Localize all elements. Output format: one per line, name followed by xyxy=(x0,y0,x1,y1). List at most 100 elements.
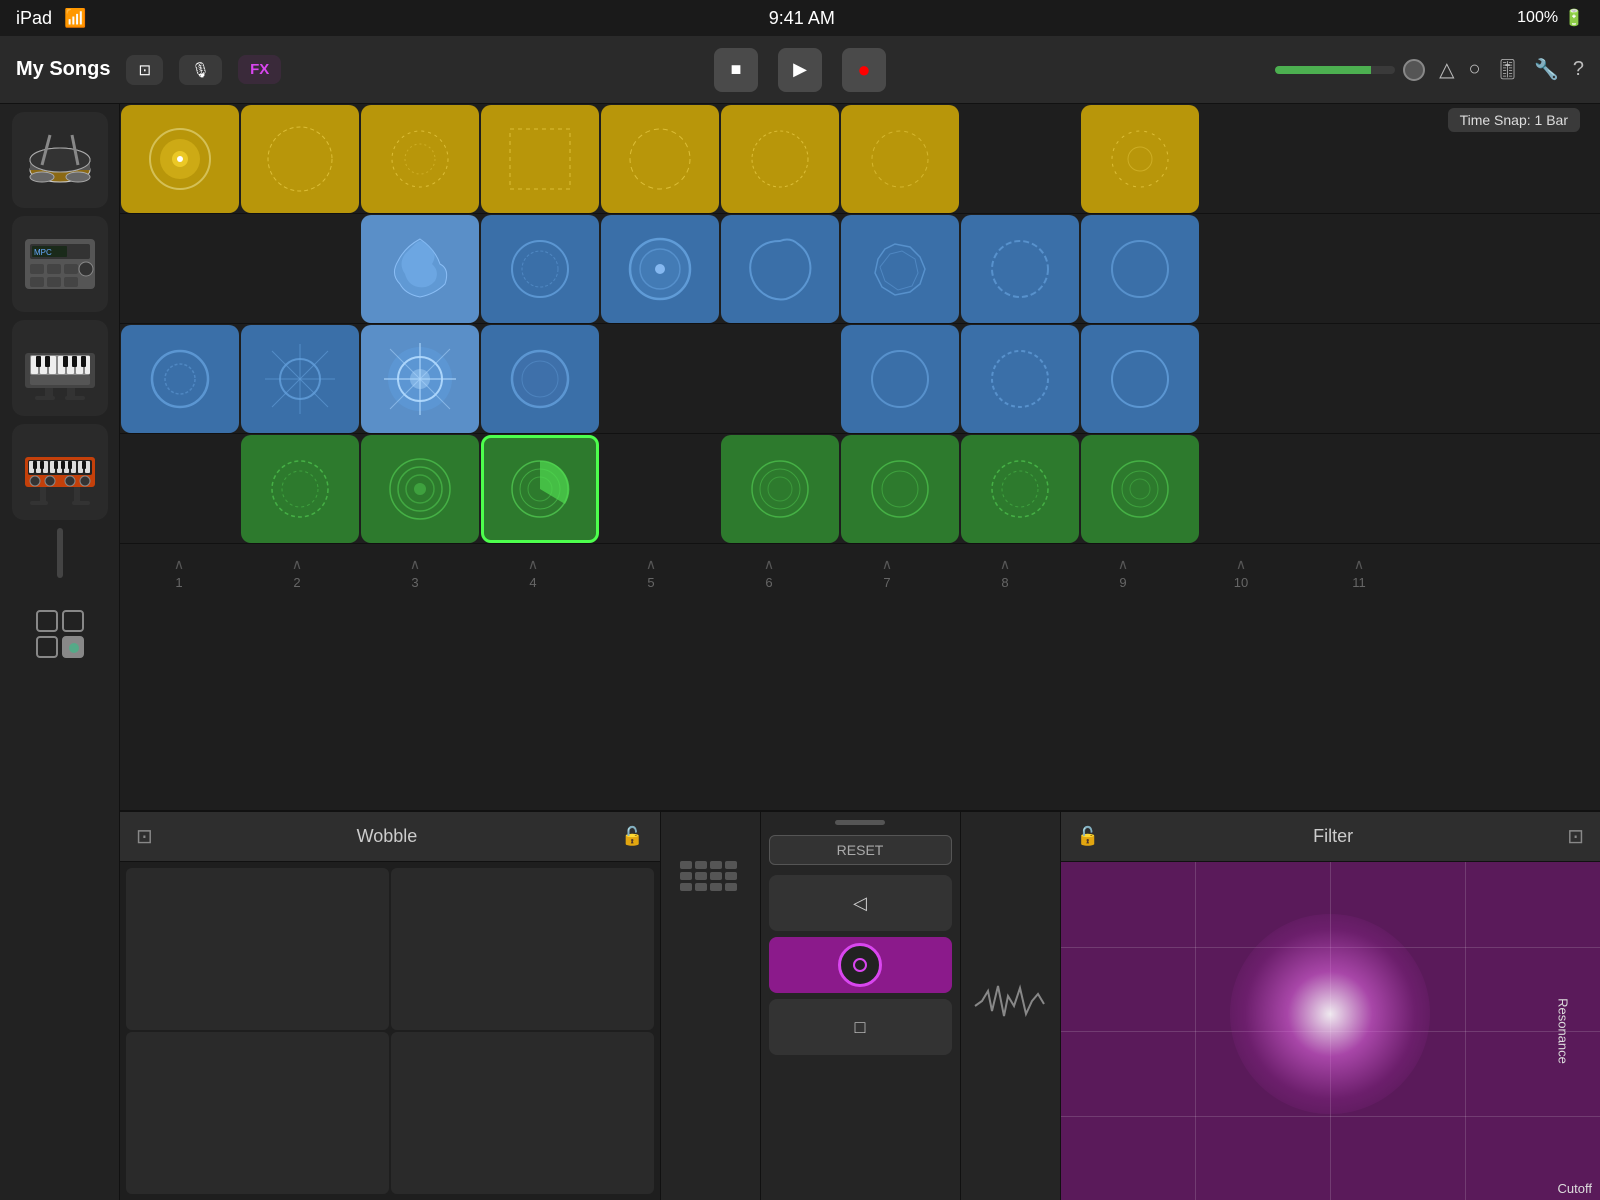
cell-1-2[interactable] xyxy=(241,105,359,213)
stop-square-button[interactable]: □ xyxy=(769,999,952,1055)
sidebar-item-synth[interactable] xyxy=(12,424,108,520)
cell-4-1[interactable] xyxy=(121,435,239,543)
wobble-cell-3[interactable] xyxy=(126,1032,389,1194)
cell-4-5[interactable] xyxy=(601,435,719,543)
col-9[interactable]: ∧ 9 xyxy=(1064,556,1182,590)
grid-icon xyxy=(35,609,85,659)
cell-1-8[interactable] xyxy=(961,105,1079,213)
col-1[interactable]: ∧ 1 xyxy=(120,556,238,590)
col-2-label: 2 xyxy=(293,575,300,590)
sidebar-item-drums[interactable] xyxy=(12,112,108,208)
cell-2-3[interactable] xyxy=(361,215,479,323)
mixer-icon[interactable]: 🎚 xyxy=(1495,57,1520,82)
cell-4-11[interactable] xyxy=(1321,435,1439,543)
fx-button[interactable]: FX xyxy=(238,55,281,84)
bottom-panel: ⊡ Wobble 🔓 xyxy=(120,810,1600,1200)
cell-1-11[interactable] xyxy=(1321,105,1439,213)
cell-1-3[interactable] xyxy=(361,105,479,213)
wobble-cell-1[interactable] xyxy=(126,868,389,1030)
cell-2-5[interactable] xyxy=(601,215,719,323)
wobble-cell-2[interactable] xyxy=(391,868,654,1030)
record-button[interactable]: ● xyxy=(842,48,886,92)
cell-1-5[interactable] xyxy=(601,105,719,213)
wobble-grid xyxy=(120,862,660,1200)
cell-4-4[interactable] xyxy=(481,435,599,543)
cell-3-7[interactable] xyxy=(841,325,959,433)
cell-3-10[interactable] xyxy=(1201,325,1319,433)
cell-2-2[interactable] xyxy=(241,215,359,323)
cell-4-9[interactable] xyxy=(1081,435,1199,543)
loop-icon[interactable]: ○ xyxy=(1468,58,1480,81)
wobble-nav-icon[interactable]: ⊡ xyxy=(136,824,153,849)
time-snap-label: Time Snap: 1 Bar xyxy=(1448,108,1580,132)
my-songs-title[interactable]: My Songs xyxy=(16,58,110,81)
reset-button[interactable]: RESET xyxy=(769,835,952,865)
vinyl-play-button[interactable] xyxy=(769,937,952,993)
play-button[interactable]: ▶ xyxy=(778,48,822,92)
stop-button[interactable]: ■ xyxy=(714,48,758,92)
col-3[interactable]: ∧ 3 xyxy=(356,556,474,590)
filter-nav-icon[interactable]: ⊡ xyxy=(1567,824,1584,849)
cell-2-4[interactable] xyxy=(481,215,599,323)
cell-3-1[interactable] xyxy=(121,325,239,433)
cell-4-6[interactable] xyxy=(721,435,839,543)
back-button[interactable]: ◁ xyxy=(769,875,952,931)
cell-1-9[interactable] xyxy=(1081,105,1199,213)
cell-4-3[interactable] xyxy=(361,435,479,543)
cell-1-7[interactable] xyxy=(841,105,959,213)
cell-3-3[interactable] xyxy=(361,325,479,433)
cell-3-11[interactable] xyxy=(1321,325,1439,433)
col-8[interactable]: ∧ 8 xyxy=(946,556,1064,590)
cell-4-10[interactable] xyxy=(1201,435,1319,543)
volume-control[interactable] xyxy=(1275,59,1425,81)
sidebar: MPC xyxy=(0,104,120,1200)
help-icon[interactable]: ? xyxy=(1573,58,1584,81)
volume-bar xyxy=(1275,66,1395,74)
cell-4-2[interactable] xyxy=(241,435,359,543)
cell-3-4[interactable] xyxy=(481,325,599,433)
col-2[interactable]: ∧ 2 xyxy=(238,556,356,590)
cell-3-6[interactable] xyxy=(721,325,839,433)
mic-button[interactable]: 🎙 xyxy=(179,55,222,85)
col-7[interactable]: ∧ 7 xyxy=(828,556,946,590)
cell-2-9[interactable] xyxy=(1081,215,1199,323)
wobble-lock-icon[interactable]: 🔓 xyxy=(621,826,643,847)
filter-lock-icon[interactable]: 🔓 xyxy=(1077,826,1099,847)
col-10[interactable]: ∧ 10 xyxy=(1182,556,1300,590)
cell-1-4[interactable] xyxy=(481,105,599,213)
cell-3-8[interactable] xyxy=(961,325,1079,433)
sidebar-item-keyboard[interactable] xyxy=(12,320,108,416)
wobble-cell-4[interactable] xyxy=(391,1032,654,1194)
cell-2-7[interactable] xyxy=(841,215,959,323)
cell-1-1[interactable] xyxy=(121,105,239,213)
time-display: 9:41 AM xyxy=(769,8,835,29)
col-6[interactable]: ∧ 6 xyxy=(710,556,828,590)
drums-icon xyxy=(20,125,100,195)
cell-2-8[interactable] xyxy=(961,215,1079,323)
settings-icon[interactable]: 🔧 xyxy=(1534,57,1559,82)
metronome-icon[interactable]: △ xyxy=(1439,57,1454,82)
cell-2-11[interactable] xyxy=(1321,215,1439,323)
cell-4-7[interactable] xyxy=(841,435,959,543)
col-5[interactable]: ∧ 5 xyxy=(592,556,710,590)
cell-4-8[interactable] xyxy=(961,435,1079,543)
cell-3-9[interactable] xyxy=(1081,325,1199,433)
cell-3-5[interactable] xyxy=(601,325,719,433)
sidebar-item-grid[interactable] xyxy=(12,586,108,682)
col-11[interactable]: ∧ 11 xyxy=(1300,556,1418,590)
sidebar-item-sampler[interactable]: MPC xyxy=(12,216,108,312)
volume-knob[interactable] xyxy=(1403,59,1425,81)
cell-3-2[interactable] xyxy=(241,325,359,433)
cell-2-10[interactable] xyxy=(1201,215,1319,323)
cell-2-1[interactable] xyxy=(121,215,239,323)
cell-1-6[interactable] xyxy=(721,105,839,213)
layout-toggle-button[interactable]: ⊡ xyxy=(126,55,163,85)
col-9-arrow: ∧ xyxy=(1118,556,1128,573)
sidebar-resize-handle[interactable] xyxy=(57,528,63,578)
cell-2-6[interactable] xyxy=(721,215,839,323)
col-6-arrow: ∧ xyxy=(764,556,774,573)
col-11-arrow: ∧ xyxy=(1354,556,1364,573)
cell-1-10[interactable] xyxy=(1201,105,1319,213)
col-4[interactable]: ∧ 4 xyxy=(474,556,592,590)
filter-xy-pad[interactable]: Cutoff Resonance xyxy=(1061,862,1600,1200)
